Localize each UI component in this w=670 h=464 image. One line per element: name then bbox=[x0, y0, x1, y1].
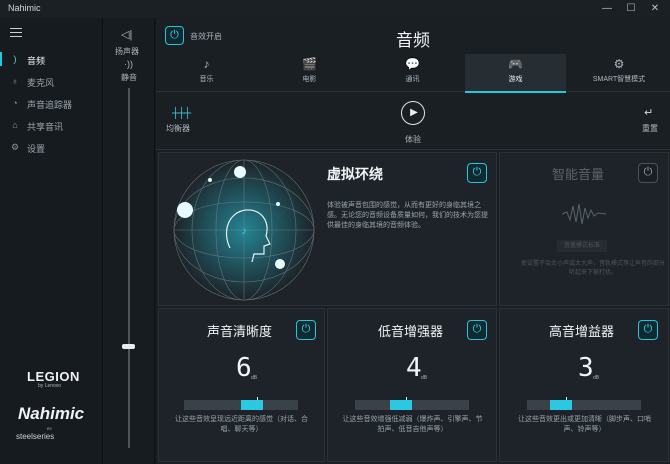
slider-tick bbox=[406, 397, 407, 400]
legion-logo: LEGION bbox=[27, 369, 80, 384]
experience-label: 体验 bbox=[405, 135, 421, 144]
bass-boost-unit: dB bbox=[421, 375, 428, 381]
tab-label: 电影 bbox=[302, 76, 317, 83]
tab-label: SMART智慧模式 bbox=[592, 76, 646, 83]
sidebar-item-label: 麦克风 bbox=[27, 78, 55, 88]
audio-icon: ) bbox=[13, 54, 17, 64]
treble-boost-unit: dB bbox=[593, 375, 600, 381]
voice-clarity-slider[interactable] bbox=[184, 397, 298, 410]
sidebar-item-microphone[interactable]: ♁ 麦克风 bbox=[0, 72, 103, 90]
gamepad-icon: 🎮 bbox=[508, 57, 523, 71]
tab-communication[interactable]: 💬 通讯 bbox=[362, 54, 463, 92]
legion-sub: by Lenovo bbox=[38, 383, 62, 389]
reset-icon[interactable]: ↵ bbox=[644, 106, 653, 119]
surround-sphere-illustration: ♪ bbox=[173, 159, 315, 301]
tab-label: 通讯 bbox=[405, 76, 420, 83]
reset-label[interactable]: 重置 bbox=[642, 123, 658, 134]
voice-clarity-value: 6 bbox=[236, 353, 252, 383]
title-bar: Nahimic bbox=[0, 0, 670, 18]
gear-icon: ⚙ bbox=[10, 142, 20, 152]
sidebar-item-audio[interactable]: ) 音频 bbox=[0, 50, 103, 68]
power-icon: ⏻ bbox=[472, 323, 482, 335]
tab-music[interactable]: ♪ 音乐 bbox=[156, 54, 257, 92]
maximize-button[interactable]: ☐ bbox=[624, 2, 638, 16]
sidebar-item-sound-tracker[interactable]: ◔ 声音追踪器 bbox=[0, 94, 103, 112]
tab-smart-mode[interactable]: ⚙ SMART智慧模式 bbox=[568, 54, 670, 92]
voice-clarity-description: 让这些音效呈现远近距离的感觉（对话、合唱、聊天等） bbox=[175, 416, 308, 433]
speaker-icon[interactable]: ◁| bbox=[121, 28, 132, 41]
tab-movie[interactable]: 🎬 电影 bbox=[259, 54, 360, 92]
voice-clarity-unit: dB bbox=[251, 375, 258, 381]
slider-tick bbox=[257, 397, 258, 400]
voice-clarity-power-button[interactable]: ⏻ bbox=[296, 320, 316, 340]
bass-boost-power-button[interactable]: ⏻ bbox=[467, 320, 487, 340]
microphone-icon: ♁ bbox=[11, 76, 19, 86]
bass-boost-title: 低音增强器 bbox=[378, 324, 444, 339]
effect-power-button[interactable]: ⏻ bbox=[165, 26, 184, 45]
steelseries-logo: steelseries bbox=[16, 432, 55, 441]
bass-boost-description: 让这些音效增强低减弱（爆炸声、引擎声、节拍声、低音吉他声等） bbox=[342, 416, 483, 433]
voice-clarity-title: 声音清晰度 bbox=[207, 324, 273, 339]
hamburger-menu-icon[interactable] bbox=[10, 28, 22, 37]
sidebar-item-label: 共享音讯 bbox=[27, 122, 64, 132]
sidebar-item-label: 设置 bbox=[27, 144, 46, 154]
treble-boost-title: 高音增益器 bbox=[549, 324, 615, 339]
close-button[interactable]: ✕ bbox=[648, 2, 662, 16]
chat-bubble-icon: 💬 bbox=[405, 57, 420, 71]
power-icon: ⏻ bbox=[643, 166, 653, 178]
sidebar-item-share-audio[interactable]: ⌂ 共享音讯 bbox=[0, 116, 103, 134]
smart-mode-icon: ⚙ bbox=[613, 57, 625, 71]
device-label: 扬声器 bbox=[115, 47, 139, 56]
treble-boost-description: 让这些音效更出或更加清晰（脚步声、口哨声、铃声等） bbox=[518, 416, 651, 433]
music-note-icon: ♪ bbox=[203, 57, 210, 71]
virtual-surround-power-button[interactable]: ⏻ bbox=[467, 163, 487, 183]
tab-label: 音乐 bbox=[199, 76, 214, 83]
tab-label: 游戏 bbox=[508, 76, 523, 83]
share-audio-icon: ⌂ bbox=[12, 120, 18, 130]
sidebar-item-label: 声音追踪器 bbox=[27, 100, 73, 110]
svg-text:♪: ♪ bbox=[242, 226, 247, 237]
sound-tracker-icon: ◔ bbox=[12, 98, 18, 108]
clapperboard-icon: 🎬 bbox=[302, 57, 317, 71]
mute-label[interactable]: 静音 bbox=[121, 72, 137, 83]
effect-toggle-label: 音效开启 bbox=[190, 32, 222, 41]
treble-boost-value: 3 bbox=[578, 353, 594, 383]
bass-boost-slider[interactable] bbox=[355, 397, 469, 410]
sidebar-item-label: 音频 bbox=[27, 56, 46, 66]
bass-boost-value: 4 bbox=[406, 353, 422, 383]
volume-slider-track[interactable] bbox=[128, 88, 130, 448]
waveform-icon bbox=[562, 203, 606, 225]
volume-slider-thumb[interactable] bbox=[122, 344, 135, 349]
sound-wave-icon[interactable]: ·)) bbox=[124, 59, 133, 69]
power-icon: ⏻ bbox=[643, 323, 653, 335]
smart-volume-power-button[interactable]: ⏻ bbox=[638, 163, 658, 183]
slider-fill bbox=[550, 400, 572, 410]
app-title: Nahimic bbox=[8, 3, 41, 13]
slider-fill bbox=[241, 400, 263, 410]
smart-volume-mode-button[interactable]: 音量模式标准 bbox=[557, 240, 607, 252]
nahimic-logo: Nahimic bbox=[18, 404, 85, 423]
virtual-surround-title: 虚拟环绕 bbox=[327, 166, 383, 182]
slider-tick bbox=[566, 397, 567, 400]
treble-boost-slider[interactable] bbox=[527, 397, 641, 410]
power-icon: ⏻ bbox=[301, 323, 311, 335]
play-icon: ▶ bbox=[410, 107, 418, 118]
treble-boost-power-button[interactable]: ⏻ bbox=[638, 320, 658, 340]
slider-fill bbox=[390, 400, 412, 410]
minimize-button[interactable]: — bbox=[600, 2, 614, 16]
tab-game[interactable]: 🎮 游戏 bbox=[465, 54, 566, 93]
page-title: 音频 bbox=[396, 31, 430, 50]
brand-by: BY bbox=[47, 426, 53, 431]
smart-volume-description: 使设置不会太小声或太大声，音轨模式等让声音的部分听起来下被打扰。 bbox=[520, 261, 665, 276]
equalizer-icon[interactable]: ┼┼┼ bbox=[172, 108, 191, 119]
smart-volume-title: 智能音量 bbox=[552, 167, 605, 182]
equalizer-label[interactable]: 均衡器 bbox=[166, 123, 190, 134]
power-icon: ⏻ bbox=[472, 166, 482, 178]
play-button[interactable]: ▶ bbox=[401, 101, 425, 125]
virtual-surround-description: 体验被声音包围的感觉，从而有更好的身临其境之感。无论您的音频设备质量如何，我们的… bbox=[327, 202, 488, 229]
power-icon: ⏻ bbox=[170, 29, 179, 41]
sidebar-item-settings[interactable]: ⚙ 设置 bbox=[0, 138, 103, 156]
